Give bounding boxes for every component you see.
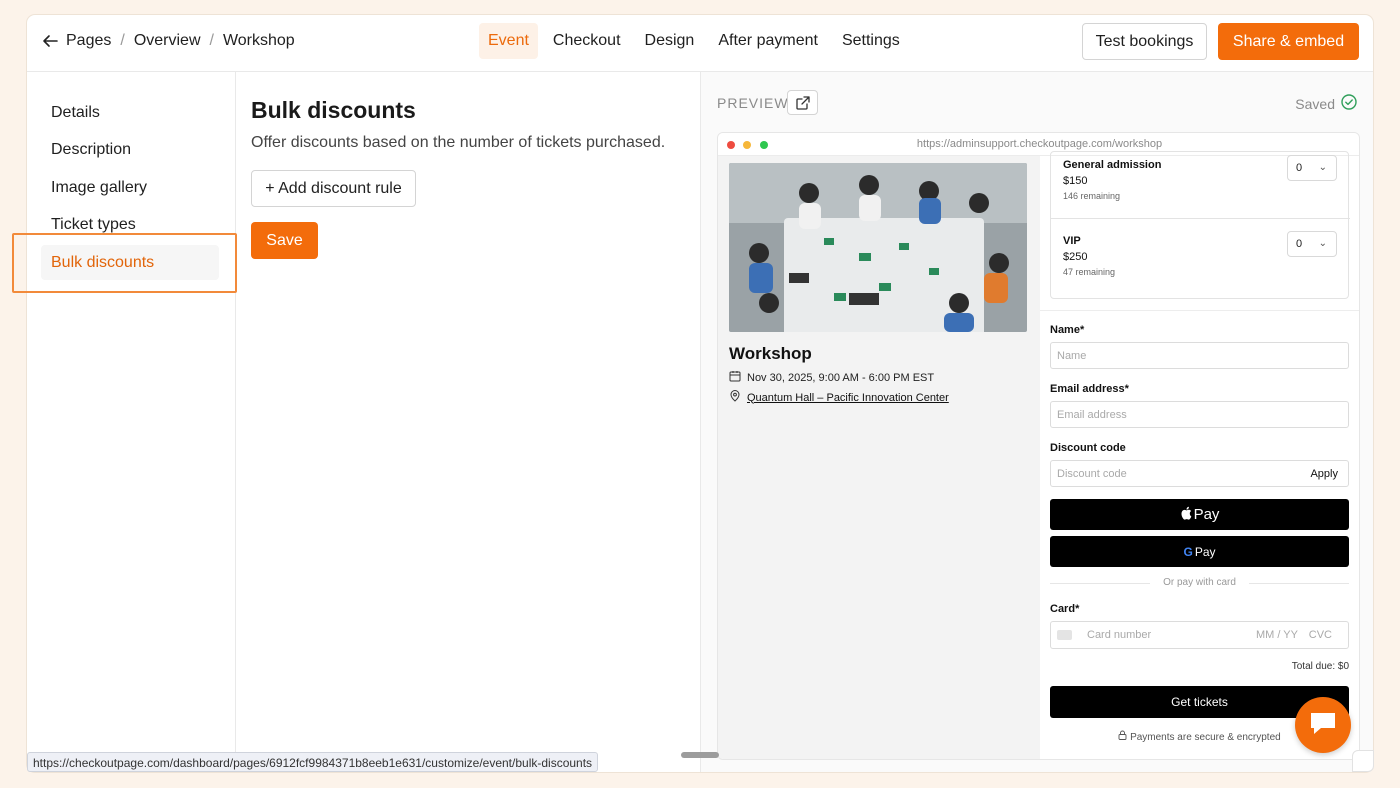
breadcrumb: Pages / Overview / Workshop	[41, 32, 295, 50]
ticket-remaining: 146 remaining	[1063, 191, 1121, 201]
google-pay-button[interactable]: G Pay	[1050, 536, 1349, 567]
card-number-placeholder: Card number	[1087, 629, 1152, 641]
name-input[interactable]: Name	[1050, 342, 1349, 369]
quantity-select-vip[interactable]: 0 ⌄	[1287, 231, 1337, 257]
discount-code-placeholder: Discount code	[1057, 468, 1127, 480]
ticket-divider	[1051, 218, 1350, 219]
apple-icon	[1180, 506, 1192, 524]
name-label: Name*	[1050, 324, 1085, 336]
event-title: Workshop	[729, 344, 812, 363]
apple-pay-button[interactable]: Pay	[1050, 499, 1349, 530]
ticket-remaining: 47 remaining	[1063, 267, 1116, 277]
preview-frame: https://adminsupport.checkoutpage.com/wo…	[717, 132, 1360, 760]
card-cvc-placeholder: CVC	[1308, 629, 1332, 641]
share-embed-button[interactable]: Share & embed	[1218, 23, 1359, 60]
add-discount-rule-button[interactable]: + Add discount rule	[251, 170, 416, 207]
window-corner	[1352, 750, 1374, 772]
event-info: Workshop Nov 30, 2025, 9:00 AM - 6:00 PM…	[718, 156, 1040, 759]
test-bookings-button[interactable]: Test bookings	[1082, 23, 1207, 60]
apply-button[interactable]: Apply	[1310, 468, 1338, 480]
tab-after-payment[interactable]: After payment	[709, 23, 827, 59]
tab-design[interactable]: Design	[636, 23, 704, 59]
checkout-form: General admission $150 146 remaining 0 ⌄…	[1040, 151, 1359, 759]
event-location-link[interactable]: Quantum Hall – Pacific Innovation Center	[747, 392, 949, 404]
breadcrumb-separator: /	[209, 32, 214, 49]
event-date-row: Nov 30, 2025, 9:00 AM - 6:00 PM EST	[729, 370, 934, 385]
page-subtitle: Offer discounts based on the number of t…	[251, 134, 666, 151]
resize-handle[interactable]	[681, 752, 719, 758]
chat-button[interactable]	[1295, 697, 1351, 753]
card-input[interactable]: Card number MM / YY CVC	[1050, 621, 1349, 649]
ticket-price: $250	[1063, 251, 1088, 263]
chevron-down-icon: ⌄	[1318, 238, 1327, 249]
quantity-value: 0	[1296, 238, 1303, 250]
breadcrumb-separator: /	[120, 32, 125, 49]
highlight-box	[12, 233, 237, 293]
ticket-name: VIP	[1063, 235, 1081, 247]
tab-checkout[interactable]: Checkout	[544, 23, 630, 59]
ticket-price: $150	[1063, 175, 1088, 187]
ticket-list: General admission $150 146 remaining 0 ⌄…	[1050, 151, 1350, 299]
tab-bar: Event Checkout Design After payment Sett…	[479, 23, 909, 59]
tab-settings[interactable]: Settings	[833, 23, 909, 59]
lock-icon	[1118, 730, 1130, 743]
page-title: Bulk discounts	[251, 97, 416, 123]
sidebar-item-image-gallery[interactable]: Image gallery	[41, 170, 219, 205]
ticket-general-admission: General admission $150 146 remaining	[1063, 159, 1161, 201]
ticket-vip: VIP $250 47 remaining	[1063, 235, 1115, 277]
app-window: Pages / Overview / Workshop Event Checko…	[27, 15, 1373, 772]
section-divider	[1040, 310, 1359, 311]
status-bar-url: https://checkoutpage.com/dashboard/pages…	[27, 752, 599, 772]
main-panel: Bulk discounts Offer discounts based on …	[236, 72, 701, 772]
total-due: Total due: $0	[1291, 661, 1349, 672]
chevron-down-icon: ⌄	[1318, 162, 1327, 173]
event-location-row: Quantum Hall – Pacific Innovation Center	[729, 390, 949, 405]
saved-status: Saved	[1295, 94, 1357, 113]
check-circle-icon	[1341, 94, 1357, 113]
breadcrumb-overview[interactable]: Overview	[134, 32, 201, 50]
calendar-icon	[729, 370, 741, 385]
email-input[interactable]: Email address	[1050, 401, 1349, 428]
preview-pane: PREVIEW Saved https://adminsupport.check…	[701, 72, 1373, 772]
saved-label: Saved	[1295, 95, 1335, 112]
discount-code-label: Discount code	[1050, 442, 1126, 454]
location-pin-icon	[729, 390, 741, 405]
preview-url: https://adminsupport.checkoutpage.com/wo…	[916, 138, 1163, 150]
breadcrumb-pages[interactable]: Pages	[66, 32, 111, 50]
chat-bubble-icon	[1308, 709, 1338, 742]
card-label: Card*	[1050, 603, 1080, 615]
sidebar: Details Description Image gallery Ticket…	[27, 72, 236, 772]
event-photo	[729, 163, 1027, 332]
google-pay-label: Pay	[1194, 544, 1216, 559]
preview-label: PREVIEW	[717, 95, 789, 111]
open-external-icon[interactable]	[787, 90, 818, 115]
sidebar-item-details[interactable]: Details	[41, 95, 219, 130]
card-expiry-placeholder: MM / YY	[1256, 629, 1298, 641]
tab-event[interactable]: Event	[479, 23, 538, 59]
or-pay-with-card: Or pay with card	[1050, 577, 1349, 588]
apple-pay-label: Pay	[1193, 506, 1220, 523]
ticket-name: General admission	[1063, 159, 1162, 171]
sidebar-item-description[interactable]: Description	[41, 132, 219, 167]
top-bar: Pages / Overview / Workshop Event Checko…	[27, 15, 1373, 72]
card-icon	[1057, 630, 1072, 640]
email-label: Email address*	[1050, 383, 1129, 395]
save-button[interactable]: Save	[251, 222, 318, 259]
breadcrumb-workshop: Workshop	[222, 32, 295, 49]
discount-code-input[interactable]: Discount code Apply	[1050, 460, 1349, 487]
back-arrow-icon[interactable]	[41, 32, 59, 50]
secure-text: Payments are secure & encrypted	[1130, 732, 1281, 743]
quantity-value: 0	[1296, 162, 1303, 174]
event-date: Nov 30, 2025, 9:00 AM - 6:00 PM EST	[747, 371, 935, 384]
quantity-select-general[interactable]: 0 ⌄	[1287, 155, 1337, 181]
google-g-icon: G	[1183, 544, 1193, 559]
